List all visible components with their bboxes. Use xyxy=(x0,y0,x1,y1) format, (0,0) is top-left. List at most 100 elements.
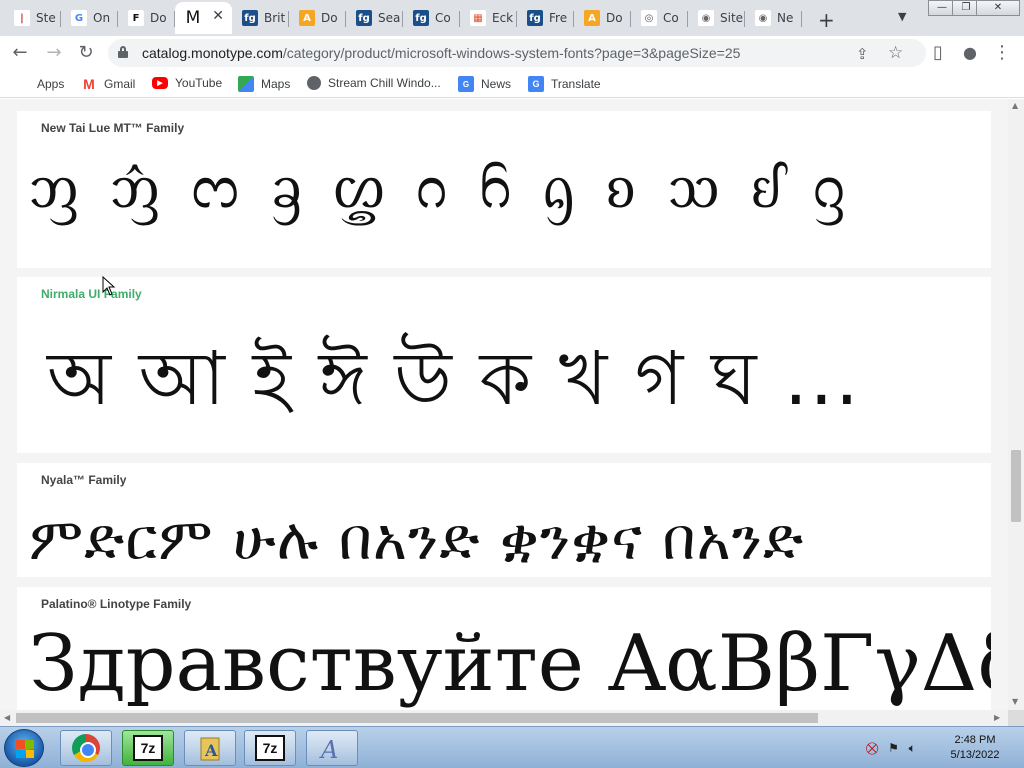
bookmarks-bar: Apps M Gmail ▶ YouTube Maps Stream Chill… xyxy=(0,70,1024,98)
browser-tab[interactable]: fg Co xyxy=(403,4,460,32)
tab-title: Brit xyxy=(264,11,286,25)
bookmark-star-icon[interactable]: ☆ xyxy=(888,43,903,63)
profile-avatar[interactable]: ● xyxy=(958,42,982,64)
bookmark-label: Translate xyxy=(551,77,601,91)
tab-close-icon[interactable]: ✕ xyxy=(212,8,224,24)
url-path: /category/product/microsoft-windows-syst… xyxy=(282,45,741,61)
taskbar-font-viewer[interactable]: A xyxy=(306,730,358,766)
font-family-card[interactable]: Palatino® Linotype Family Здравствуйте Α… xyxy=(17,587,991,710)
tab-title: Ne xyxy=(777,11,794,25)
family-name[interactable]: Palatino® Linotype Family xyxy=(41,597,191,611)
taskbar-folder[interactable]: A xyxy=(184,730,236,766)
browser-tab[interactable]: | Ste xyxy=(4,4,61,32)
tab-separator xyxy=(801,11,802,27)
system-tray[interactable]: ⛒ ⚑ 🔈︎ xyxy=(866,741,916,756)
tab-favicon-icon: ▦ xyxy=(470,10,486,26)
bookmark-youtube[interactable]: ▶ YouTube xyxy=(152,76,222,90)
taskbar-7zip[interactable]: 7z xyxy=(122,730,174,766)
browser-tab[interactable]: G On xyxy=(61,4,118,32)
font-sample: অ আ ই ঈ উ ক খ গ ঘ ... xyxy=(47,336,861,422)
share-icon[interactable]: ⇪ xyxy=(856,45,869,63)
bookmark-label: YouTube xyxy=(175,76,223,90)
browser-menu-icon[interactable]: ⋮ xyxy=(990,42,1014,64)
tab-favicon-icon: ◎ xyxy=(641,10,657,26)
taskbar-chrome[interactable] xyxy=(60,730,112,766)
taskbar-7zip-window[interactable]: 7z xyxy=(244,730,296,766)
chrome-icon xyxy=(72,734,100,762)
tab-favicon-icon: M xyxy=(185,8,201,28)
network-icon[interactable]: ⛒ xyxy=(866,741,878,755)
youtube-icon: ▶ xyxy=(152,77,168,89)
new-tab-button[interactable]: + xyxy=(818,8,835,32)
maps-icon xyxy=(238,76,254,92)
lock-icon[interactable] xyxy=(118,46,128,58)
back-button[interactable]: ← xyxy=(8,42,32,64)
tab-title: Do xyxy=(150,11,167,25)
bookmark-news[interactable]: G News xyxy=(458,76,511,92)
bookmark-translate[interactable]: G Translate xyxy=(528,76,601,92)
7zip-icon: 7z xyxy=(255,735,285,761)
family-name[interactable]: Nirmala UI Family xyxy=(41,287,142,301)
system-clock[interactable]: 2:48 PM 5/13/2022 xyxy=(940,733,1010,763)
horizontal-scroll-thumb[interactable] xyxy=(16,713,818,723)
tab-favicon-icon: | xyxy=(14,10,30,26)
address-bar[interactable]: catalog.monotype.com/category/product/mi… xyxy=(108,39,926,67)
page-viewport: New Tai Lue MT™ Family ᦀ ᦁ ᦂ ᦃ ᦄ ᦅ ᦆ ᦇ ᦈ… xyxy=(0,99,1008,710)
globe-icon xyxy=(307,76,321,90)
tab-favicon-icon: fg xyxy=(242,10,258,26)
vertical-scrollbar[interactable]: ▲ ▼ xyxy=(1008,99,1024,710)
browser-tab[interactable]: fg Brit xyxy=(232,4,289,32)
browser-tab[interactable]: ◉ Ne xyxy=(745,4,802,32)
reload-button[interactable]: ↻ xyxy=(74,42,98,64)
browser-tab[interactable]: ◉ Site xyxy=(688,4,745,32)
browser-tab[interactable]: A Do xyxy=(574,4,631,32)
browser-tab[interactable]: fg Sea xyxy=(346,4,403,32)
family-name[interactable]: New Tai Lue MT™ Family xyxy=(41,121,184,135)
bookmark-gmail[interactable]: M Gmail xyxy=(81,76,135,92)
side-panel-icon[interactable]: ▯ xyxy=(926,42,950,64)
scroll-down-icon[interactable]: ▼ xyxy=(1012,697,1018,706)
browser-tab[interactable]: A Do xyxy=(289,4,346,32)
browser-tab[interactable]: ◎ Co xyxy=(631,4,688,32)
family-name[interactable]: Nyala™ Family xyxy=(41,473,126,487)
gmail-icon: M xyxy=(83,76,95,92)
font-sample: ᦀ ᦁ ᦂ ᦃ ᦄ ᦅ ᦆ ᦇ ᦈ ᦉ ᦊ ᦋ xyxy=(29,149,852,222)
tab-title: Do xyxy=(606,11,623,25)
tab-search-chevron-icon[interactable]: ▼ xyxy=(898,10,906,23)
news-icon: G xyxy=(458,76,474,92)
bookmark-stream-chill[interactable]: Stream Chill Windo... xyxy=(307,76,441,90)
action-center-icon[interactable]: ⚑ xyxy=(888,741,899,755)
tab-title: Site xyxy=(720,11,744,25)
font-family-card[interactable]: Nirmala UI Family অ আ ই ঈ উ ক খ গ ঘ ... xyxy=(17,277,991,453)
translate-icon: G xyxy=(528,76,544,92)
bookmark-maps[interactable]: Maps xyxy=(238,76,290,92)
browser-tab[interactable]: M ✕ xyxy=(175,2,232,34)
forward-button[interactable]: → xyxy=(42,42,66,64)
volume-icon[interactable]: 🔈︎ xyxy=(909,741,916,755)
close-window-button[interactable]: ✕ xyxy=(976,0,1020,16)
tab-title: Fre xyxy=(549,11,568,25)
horizontal-scrollbar[interactable]: ◀ ▶ xyxy=(0,710,1008,726)
bookmark-label: Stream Chill Windo... xyxy=(328,76,441,90)
scroll-left-icon[interactable]: ◀ xyxy=(4,713,10,722)
bookmark-apps[interactable]: Apps xyxy=(14,76,64,92)
url-host: catalog.monotype.com xyxy=(142,45,283,61)
browser-tab[interactable]: F Do xyxy=(118,4,175,32)
tab-favicon-icon: A xyxy=(299,10,315,26)
bookmark-label: Maps xyxy=(261,77,291,91)
browser-tab[interactable]: ▦ Eck xyxy=(460,4,517,32)
font-family-card[interactable]: New Tai Lue MT™ Family ᦀ ᦁ ᦂ ᦃ ᦄ ᦅ ᦆ ᦇ ᦈ… xyxy=(17,111,991,268)
font-viewer-icon: A xyxy=(319,736,338,762)
font-sample: Здравствуйте ΑαΒβΓγΔδΕ xyxy=(29,619,991,709)
url-text[interactable]: catalog.monotype.com/category/product/mi… xyxy=(142,45,740,61)
scroll-right-icon[interactable]: ▶ xyxy=(994,713,1000,722)
tab-favicon-icon: ◉ xyxy=(698,10,714,26)
start-button[interactable] xyxy=(4,729,44,767)
browser-tab[interactable]: fg Fre xyxy=(517,4,574,32)
clock-time: 2:48 PM xyxy=(954,734,996,746)
font-family-card[interactable]: Nyala™ Family ምድርም ሁሉ በአንድ ቋንቋና በአንድ xyxy=(17,463,991,577)
tab-title: Co xyxy=(435,11,451,25)
vertical-scroll-thumb[interactable] xyxy=(1011,450,1021,522)
bookmark-label: News xyxy=(481,77,512,91)
scroll-up-icon[interactable]: ▲ xyxy=(1012,101,1018,110)
